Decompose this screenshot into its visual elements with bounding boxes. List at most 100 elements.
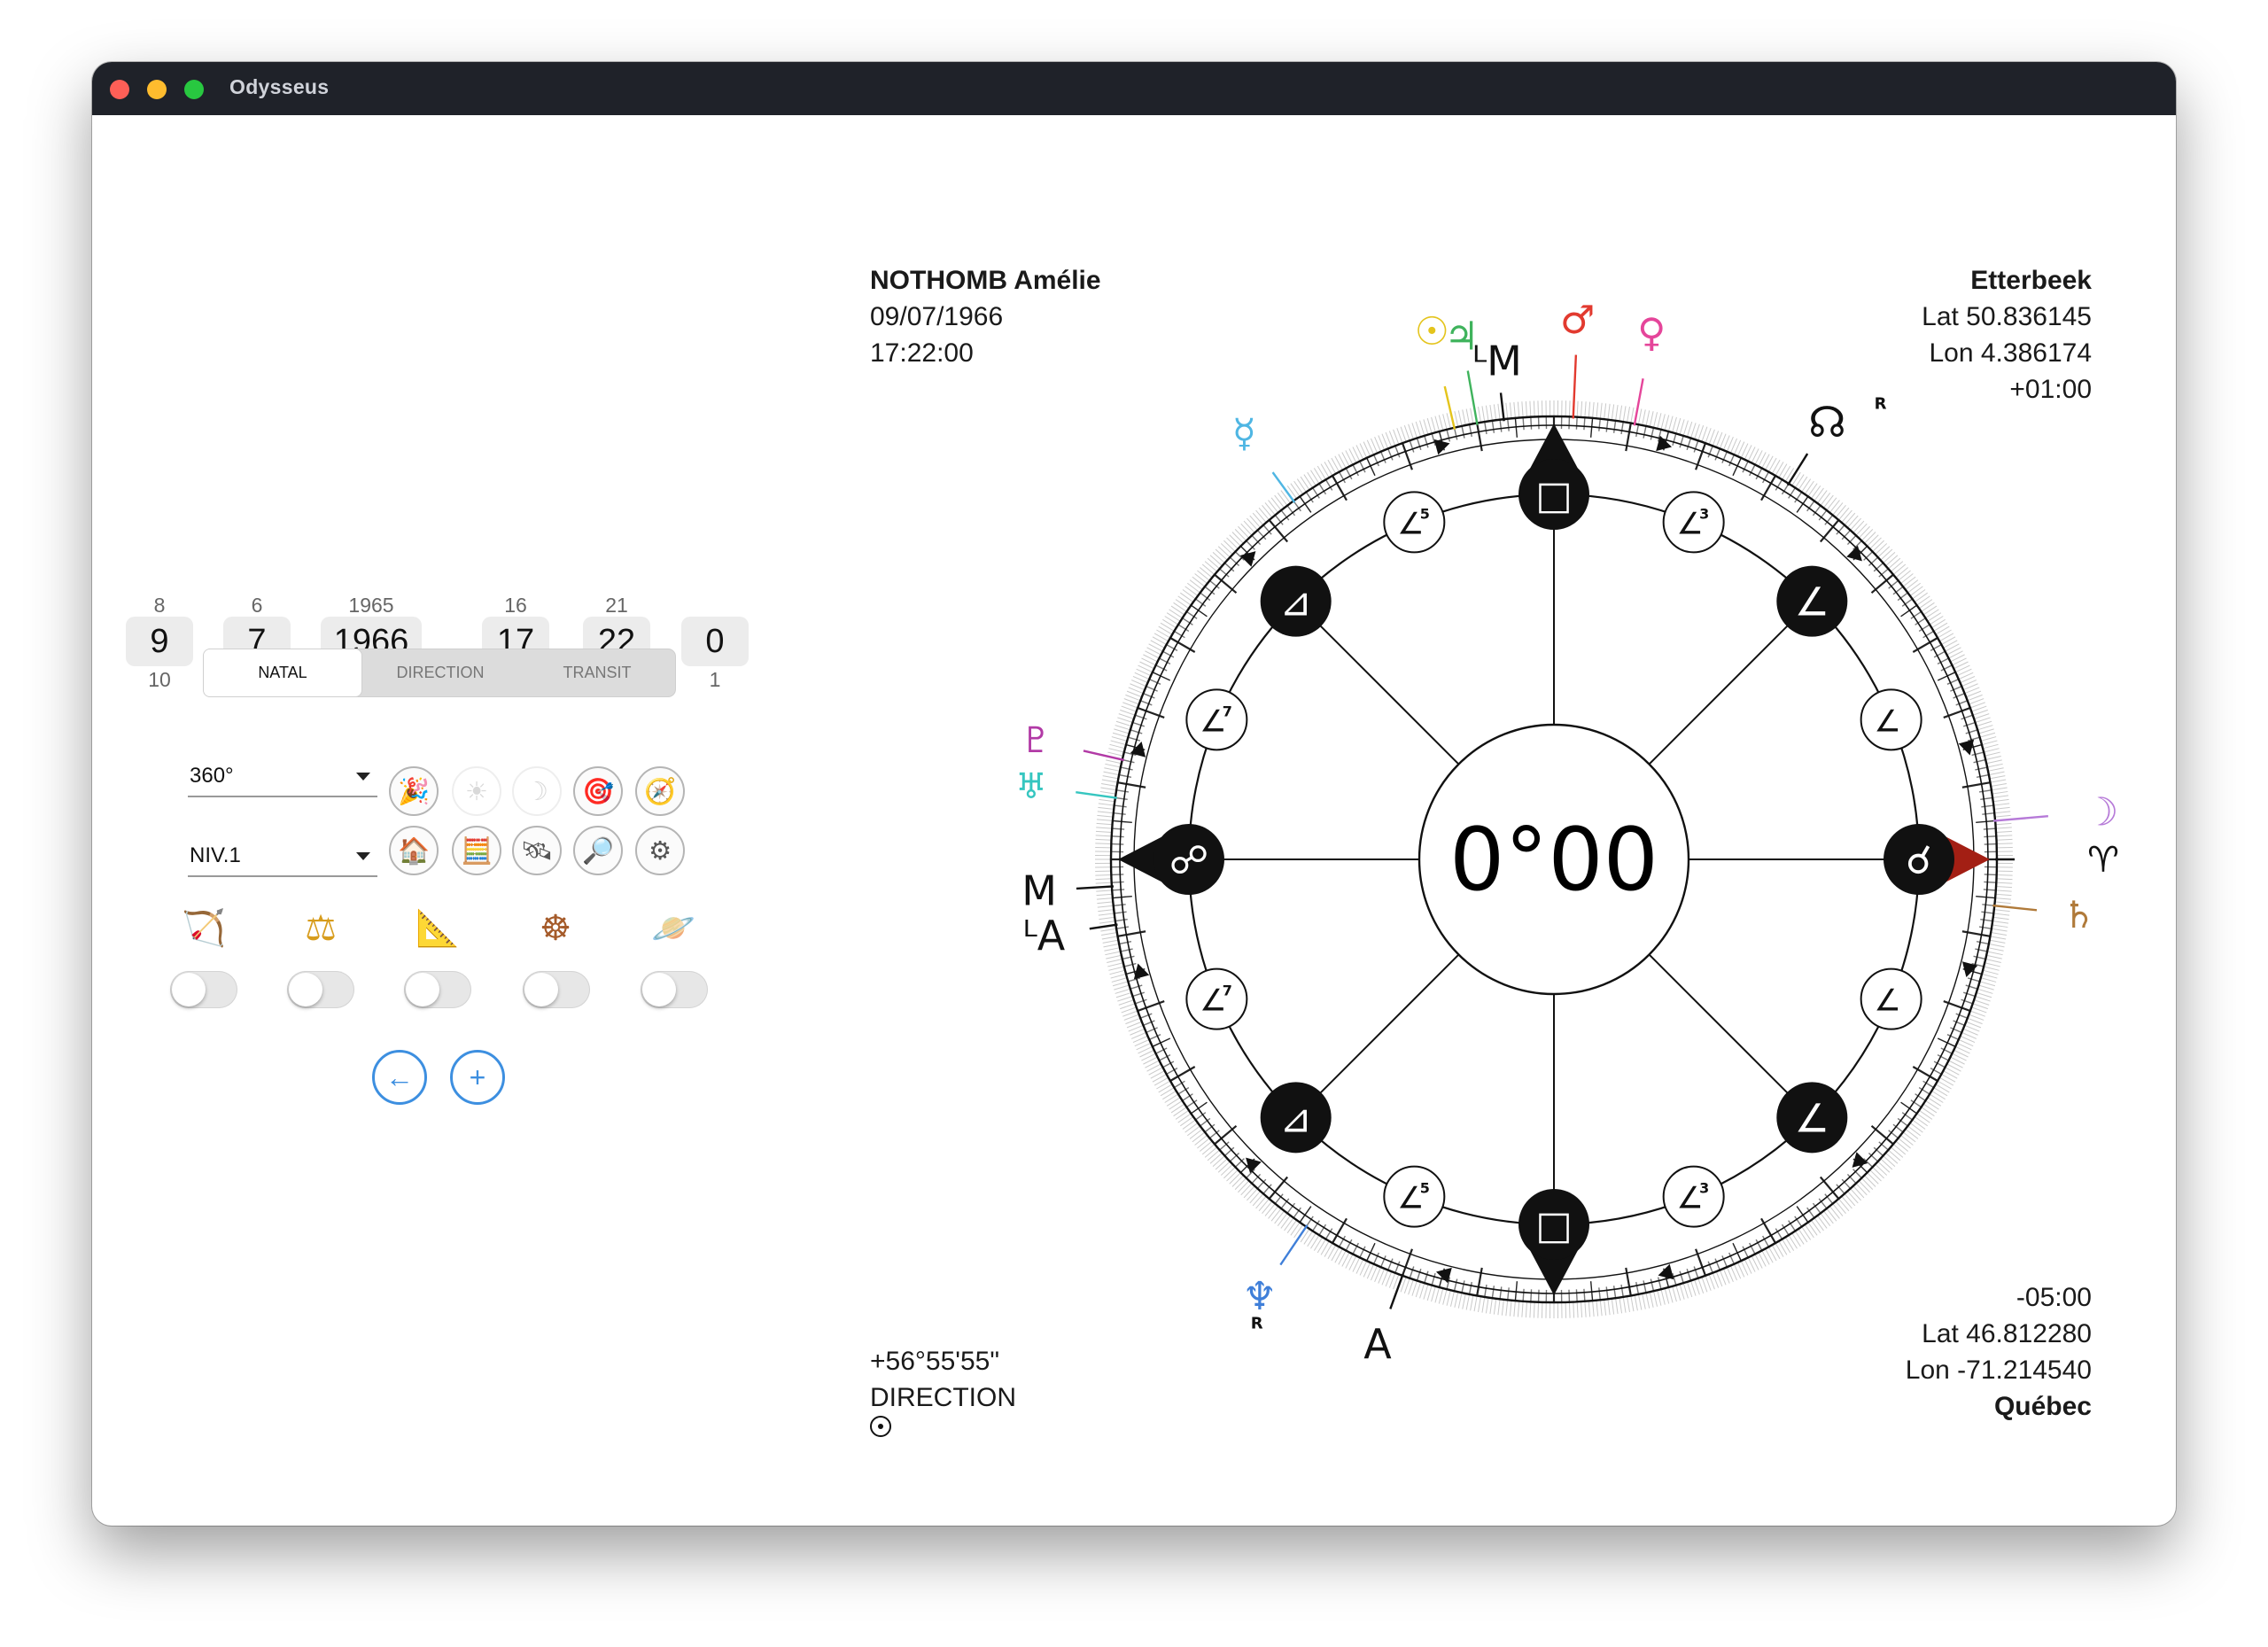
second-picker[interactable]: 0 1 (681, 594, 749, 693)
outer-fine-tick (1234, 529, 1247, 541)
outer-fine-tick (1761, 1250, 1770, 1265)
outer-fine-tick (1984, 751, 2000, 757)
outer-fine-tick (1145, 1060, 1160, 1068)
outer-fine-tick (1449, 1291, 1456, 1307)
outer-fine-tick (1194, 1134, 1208, 1146)
outer-fine-tick (1995, 897, 2012, 900)
outer-fine-tick (1778, 463, 1788, 478)
degree-tick (1522, 1288, 1525, 1301)
minor-aspect-superscript: 7 (1223, 703, 1232, 719)
outer-fine-tick (1099, 916, 1115, 921)
tab-transit[interactable]: TRANSIT (519, 649, 675, 696)
outer-fine-tick (1104, 767, 1121, 772)
degree-tick (1796, 496, 1809, 513)
outer-fine-tick (1274, 494, 1285, 509)
outer-fine-tick (1095, 878, 1112, 881)
outer-fine-tick (1317, 465, 1326, 480)
outer-fine-tick (1231, 532, 1244, 544)
sun-symbol-icon (870, 1416, 891, 1437)
outer-fine-tick (1607, 403, 1611, 420)
outer-fine-tick (1649, 411, 1654, 427)
outer-fine-tick (1921, 602, 1935, 612)
outer-fine-tick (1098, 913, 1115, 916)
outer-fine-tick (1892, 563, 1907, 575)
compass-icon[interactable]: 🧭 (635, 766, 685, 816)
outer-fine-tick (1097, 811, 1114, 814)
outer-fine-tick (1098, 909, 1115, 913)
tab-natal[interactable]: NATAL (203, 649, 362, 697)
outer-fine-tick (1307, 471, 1317, 486)
close-window-button[interactable] (110, 80, 129, 99)
degree-tick (1111, 835, 1124, 838)
outer-fine-tick (1604, 1299, 1607, 1316)
house-icon[interactable]: 🏠 (389, 826, 439, 875)
outer-fine-tick (1986, 763, 2003, 768)
degree-tick (1975, 948, 1988, 952)
outer-fine-tick (1946, 647, 1961, 656)
zoom-window-button[interactable] (184, 80, 204, 99)
degree-tick (1416, 1268, 1422, 1281)
tab-direction[interactable]: DIRECTION (361, 649, 519, 696)
outer-fine-tick (1247, 1188, 1258, 1201)
outer-fine-tick (1794, 474, 1805, 488)
outer-fine-tick (1102, 775, 1119, 780)
node-icon: ☊ (1808, 398, 1846, 447)
planet-toggle[interactable] (641, 971, 708, 1008)
sun-icon[interactable]: ☀ (452, 766, 501, 816)
degree-tick (1453, 1278, 1458, 1292)
outer-fine-tick (1807, 1222, 1818, 1236)
outer-fine-tick (1697, 1278, 1705, 1294)
gear-icon[interactable]: ⚙ (635, 826, 685, 875)
outer-fine-tick (1179, 592, 1194, 603)
day-picker[interactable]: 8 9 10 (126, 594, 193, 693)
outer-fine-tick (1584, 401, 1587, 418)
outer-fine-tick (1938, 633, 1954, 642)
outer-fine-tick (1974, 713, 1990, 719)
outer-fine-tick (1898, 1138, 1911, 1149)
scales-toggle[interactable] (287, 971, 354, 1008)
magnifier-icon[interactable]: 🔎 (573, 826, 623, 875)
outer-fine-tick (1941, 636, 1956, 646)
moon-icon[interactable]: ☽ (512, 766, 562, 816)
degree-tick (1967, 977, 1980, 983)
mercury-icon: ☿ (1232, 411, 1256, 456)
outer-fine-tick (1810, 1219, 1821, 1234)
bow-toggle[interactable] (170, 971, 237, 1008)
abacus-icon[interactable]: 🧮 (452, 826, 501, 875)
target-icon[interactable]: 🎯 (573, 766, 623, 816)
outer-fine-tick (1794, 1231, 1805, 1245)
degree-tick (1971, 751, 1984, 757)
outer-fine-tick (1771, 459, 1781, 475)
degree-tick (1583, 1288, 1586, 1301)
degree-tick (1984, 835, 1997, 838)
outer-fine-tick (1767, 457, 1777, 472)
outer-fine-tick (1637, 408, 1643, 425)
outer-fine-tick (1415, 1281, 1422, 1298)
outer-fine-tick (1106, 954, 1122, 959)
outer-fine-tick (1108, 748, 1124, 753)
sun-planet-icon: ☉ (1415, 309, 1449, 354)
outer-fine-tick (1097, 901, 1114, 905)
ruler-toggle[interactable] (404, 971, 471, 1008)
outer-fine-tick (1888, 1149, 1901, 1161)
aspect-node-glyph: ☌ (1906, 838, 1932, 883)
mc-label-line (1499, 392, 1505, 422)
add-button[interactable]: + (450, 1050, 505, 1105)
degree-tick (1650, 427, 1655, 440)
degree-tick (1115, 918, 1128, 922)
degree-tick (1575, 1289, 1578, 1302)
minimize-window-button[interactable] (147, 80, 167, 99)
satellite-icon[interactable]: 🛰 (512, 826, 562, 875)
outer-fine-tick (1976, 991, 1992, 998)
outer-fine-tick (1988, 943, 2005, 948)
level-select[interactable]: NIV.1 (188, 840, 377, 877)
outer-fine-tick (1993, 909, 2010, 913)
outer-fine-tick (1189, 579, 1203, 591)
party-popper-icon[interactable]: 🎉 (389, 766, 439, 816)
back-button[interactable]: ← (372, 1050, 427, 1105)
degrees-select[interactable]: 360° (188, 760, 377, 797)
outer-fine-tick (1101, 932, 1117, 936)
degree-tick (1980, 796, 1993, 801)
outer-fine-tick (1223, 540, 1236, 553)
wheel-toggle[interactable] (523, 971, 590, 1008)
